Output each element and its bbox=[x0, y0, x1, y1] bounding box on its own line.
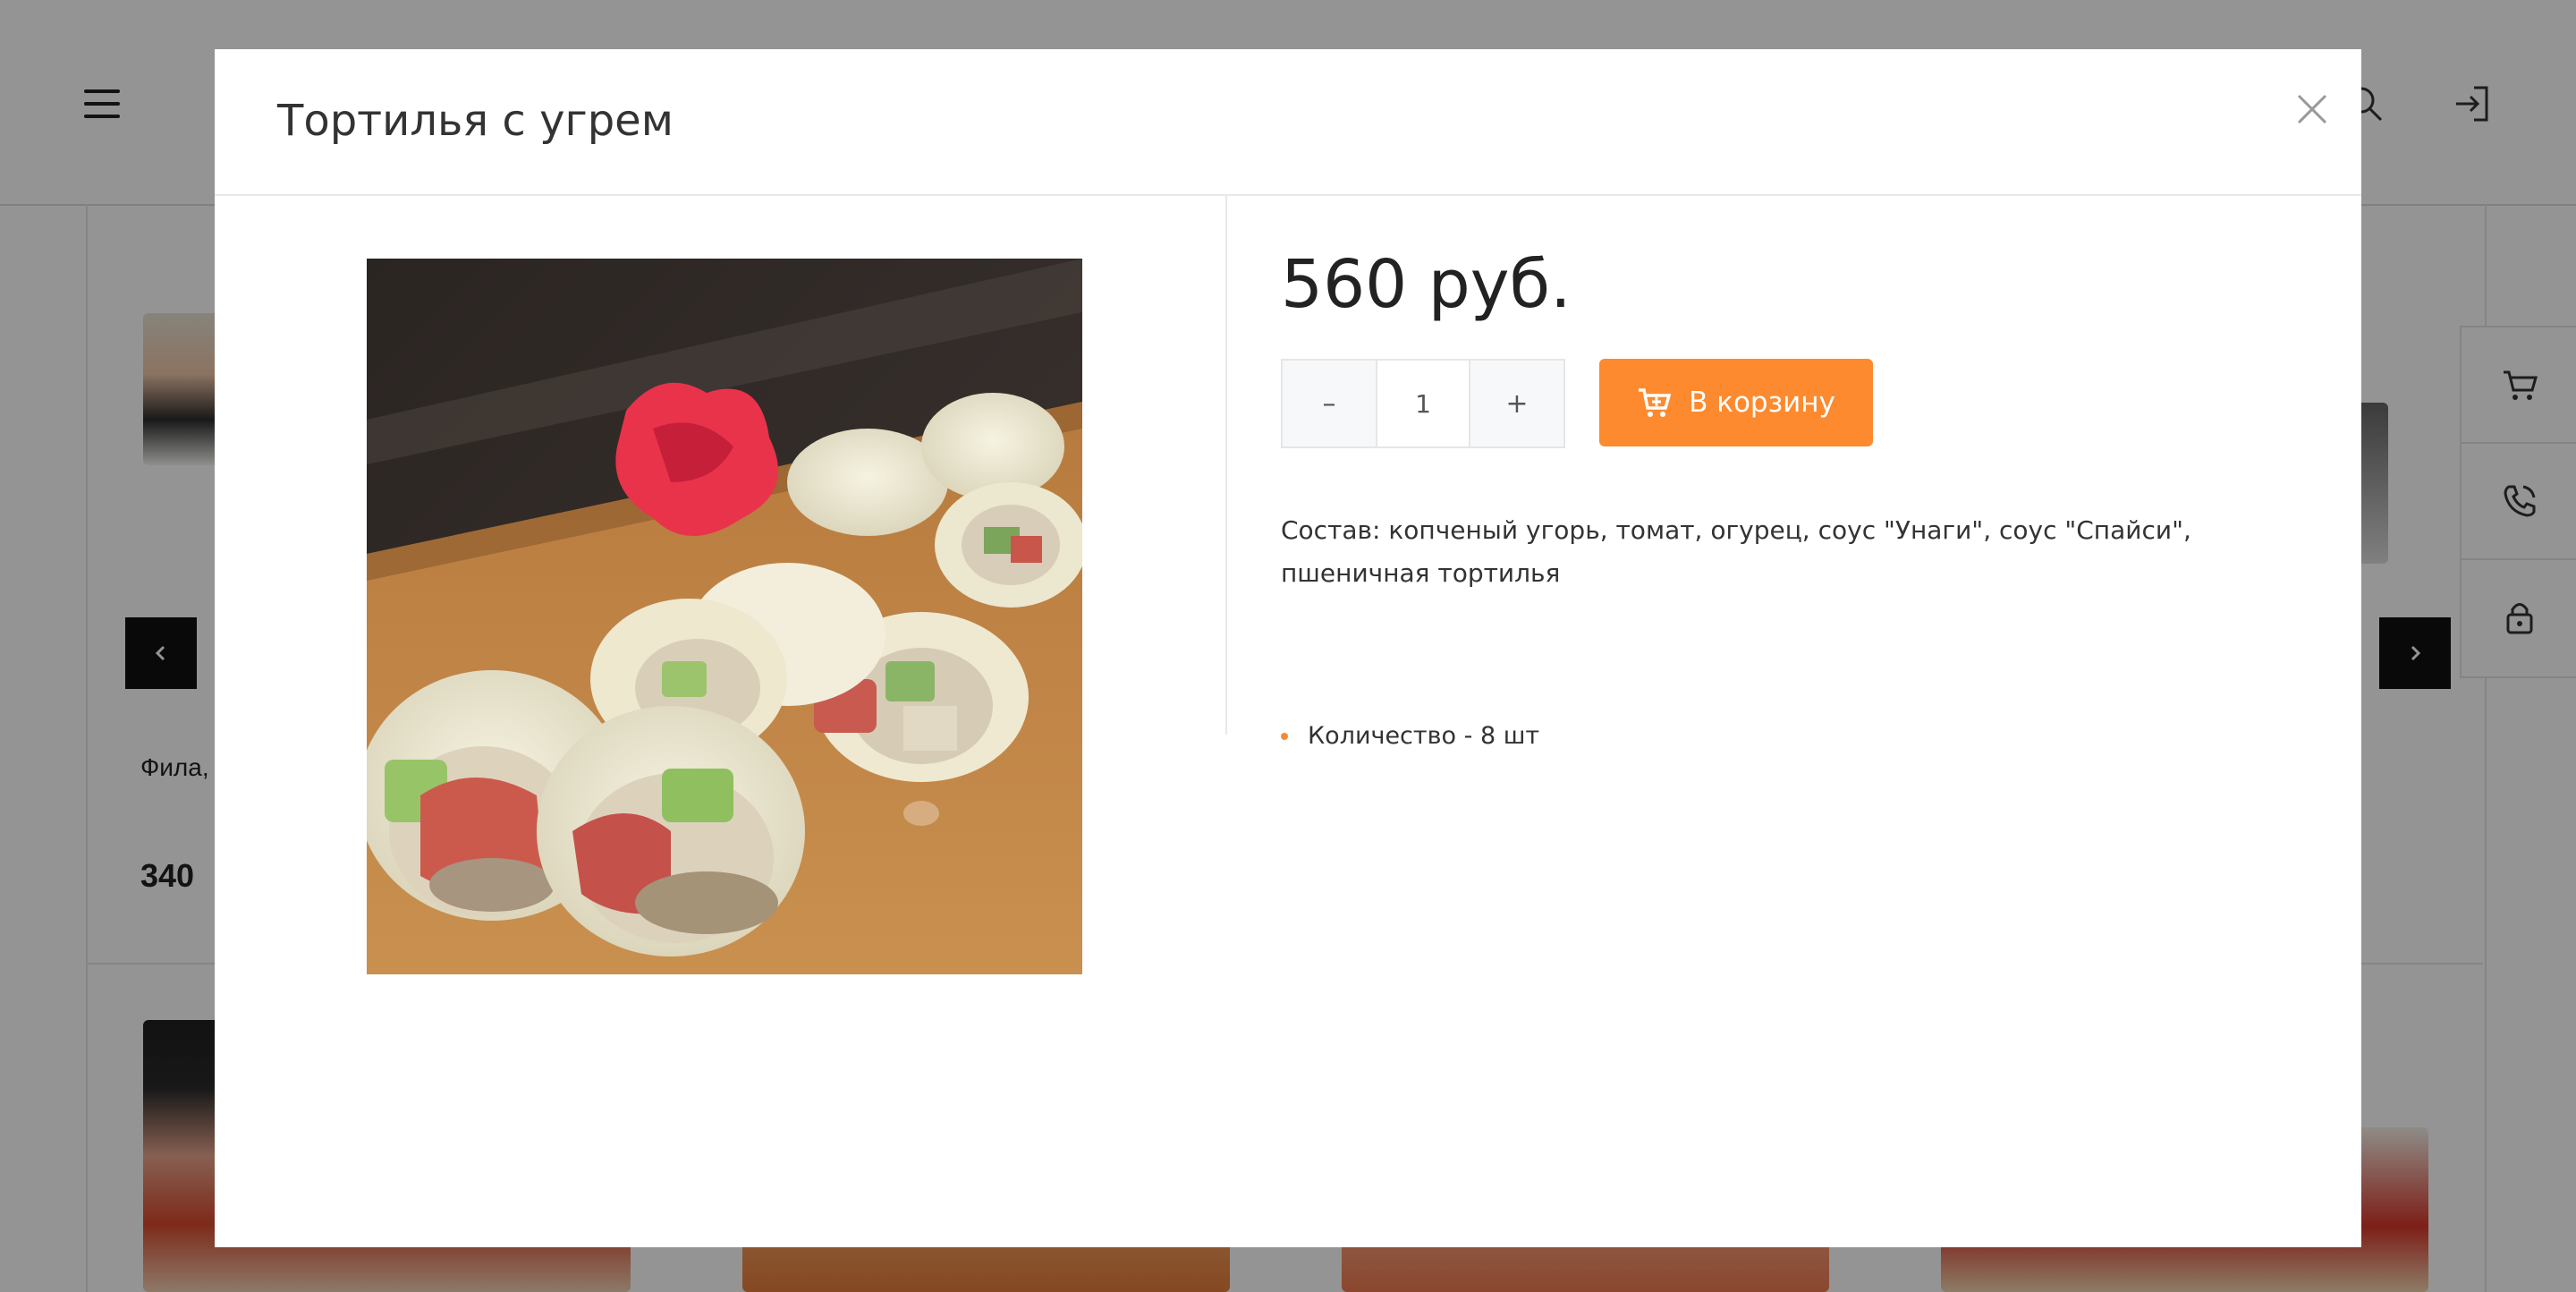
property-text: Количество - 8 шт bbox=[1308, 722, 1540, 750]
decrement-button[interactable]: – bbox=[1283, 361, 1376, 446]
modal-header: Тортилья с угрем bbox=[215, 49, 2361, 196]
quantity-input[interactable]: 1 bbox=[1376, 361, 1470, 446]
increment-button[interactable]: + bbox=[1470, 361, 1563, 446]
product-property: Количество - 8 шт bbox=[1281, 722, 1539, 750]
modal-title: Тортилья с угрем bbox=[277, 96, 674, 146]
cart-add-icon bbox=[1639, 388, 1672, 417]
add-to-cart-label: В корзину bbox=[1689, 387, 1835, 419]
product-modal: Тортилья с угрем 560 руб. – 1 + В корзин… bbox=[215, 49, 2361, 1247]
product-composition: Состав: копченый угорь, томат, огурец, с… bbox=[1281, 515, 2191, 588]
bullet-icon bbox=[1281, 732, 1288, 740]
product-photo bbox=[367, 259, 1082, 974]
quantity-stepper: – 1 + bbox=[1281, 359, 1565, 448]
product-price: 560 руб. bbox=[1281, 246, 1572, 323]
close-icon[interactable] bbox=[2288, 85, 2336, 133]
add-to-cart-button[interactable]: В корзину bbox=[1599, 359, 1873, 446]
column-divider bbox=[1225, 196, 1227, 735]
